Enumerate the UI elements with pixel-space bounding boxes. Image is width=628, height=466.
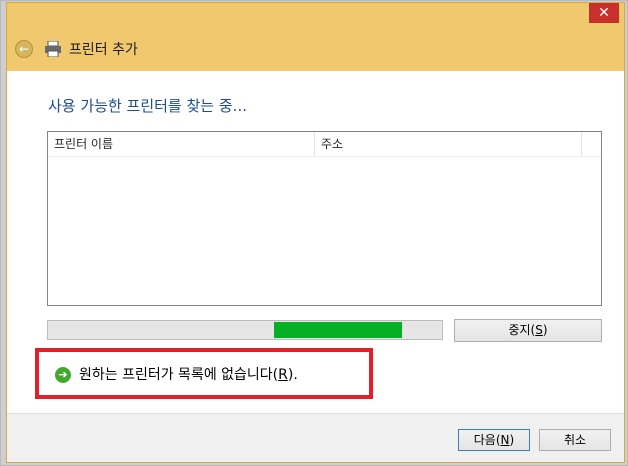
stop-button[interactable]: 중지(S) <box>454 319 602 342</box>
stop-button-label: 중지 <box>508 323 531 337</box>
search-progress-bar <box>47 320 443 340</box>
printer-icon <box>45 41 61 57</box>
stop-accesskey: S <box>535 323 543 337</box>
column-header-address[interactable]: 주소 <box>315 132 582 156</box>
printer-not-listed-link[interactable]: ➜ 원하는 프린터가 목록에 없습니다(R). <box>55 364 298 384</box>
cancel-button[interactable]: 취소 <box>539 429 611 451</box>
next-button[interactable]: 다음(N) <box>458 429 530 451</box>
window-title: 프린터 추가 <box>69 42 138 58</box>
searching-heading: 사용 가능한 프린터를 찾는 중... <box>48 97 247 115</box>
back-button[interactable]: ← <box>15 40 33 58</box>
printer-not-listed-text: 원하는 프린터가 목록에 없습니다 <box>79 367 273 383</box>
column-header-printer-name[interactable]: 프린터 이름 <box>48 132 315 156</box>
dialog-footer <box>7 413 624 462</box>
link-suffix: . <box>293 367 298 383</box>
cancel-button-label: 취소 <box>563 433 587 447</box>
progress-fill <box>274 322 402 338</box>
close-button[interactable]: ✕ <box>589 3 619 23</box>
next-accesskey: N <box>500 433 510 447</box>
title-bar: ✕ ← 프린터 추가 <box>7 3 624 71</box>
printer-list[interactable]: 프린터 이름 주소 <box>47 131 602 306</box>
printer-not-listed-accesskey: R <box>278 367 288 383</box>
back-arrow-icon: ← <box>18 42 30 56</box>
close-icon: ✕ <box>598 5 610 21</box>
list-header: 프린터 이름 주소 <box>48 132 601 157</box>
add-printer-dialog: ✕ ← 프린터 추가 사용 가능한 프린터를 찾는 중... 프린터 이름 주소… <box>6 2 625 463</box>
screenshot-frame: ✕ ← 프린터 추가 사용 가능한 프린터를 찾는 중... 프린터 이름 주소… <box>0 0 628 466</box>
green-arrow-icon: ➜ <box>55 367 71 383</box>
next-button-label: 다음 <box>473 433 496 447</box>
